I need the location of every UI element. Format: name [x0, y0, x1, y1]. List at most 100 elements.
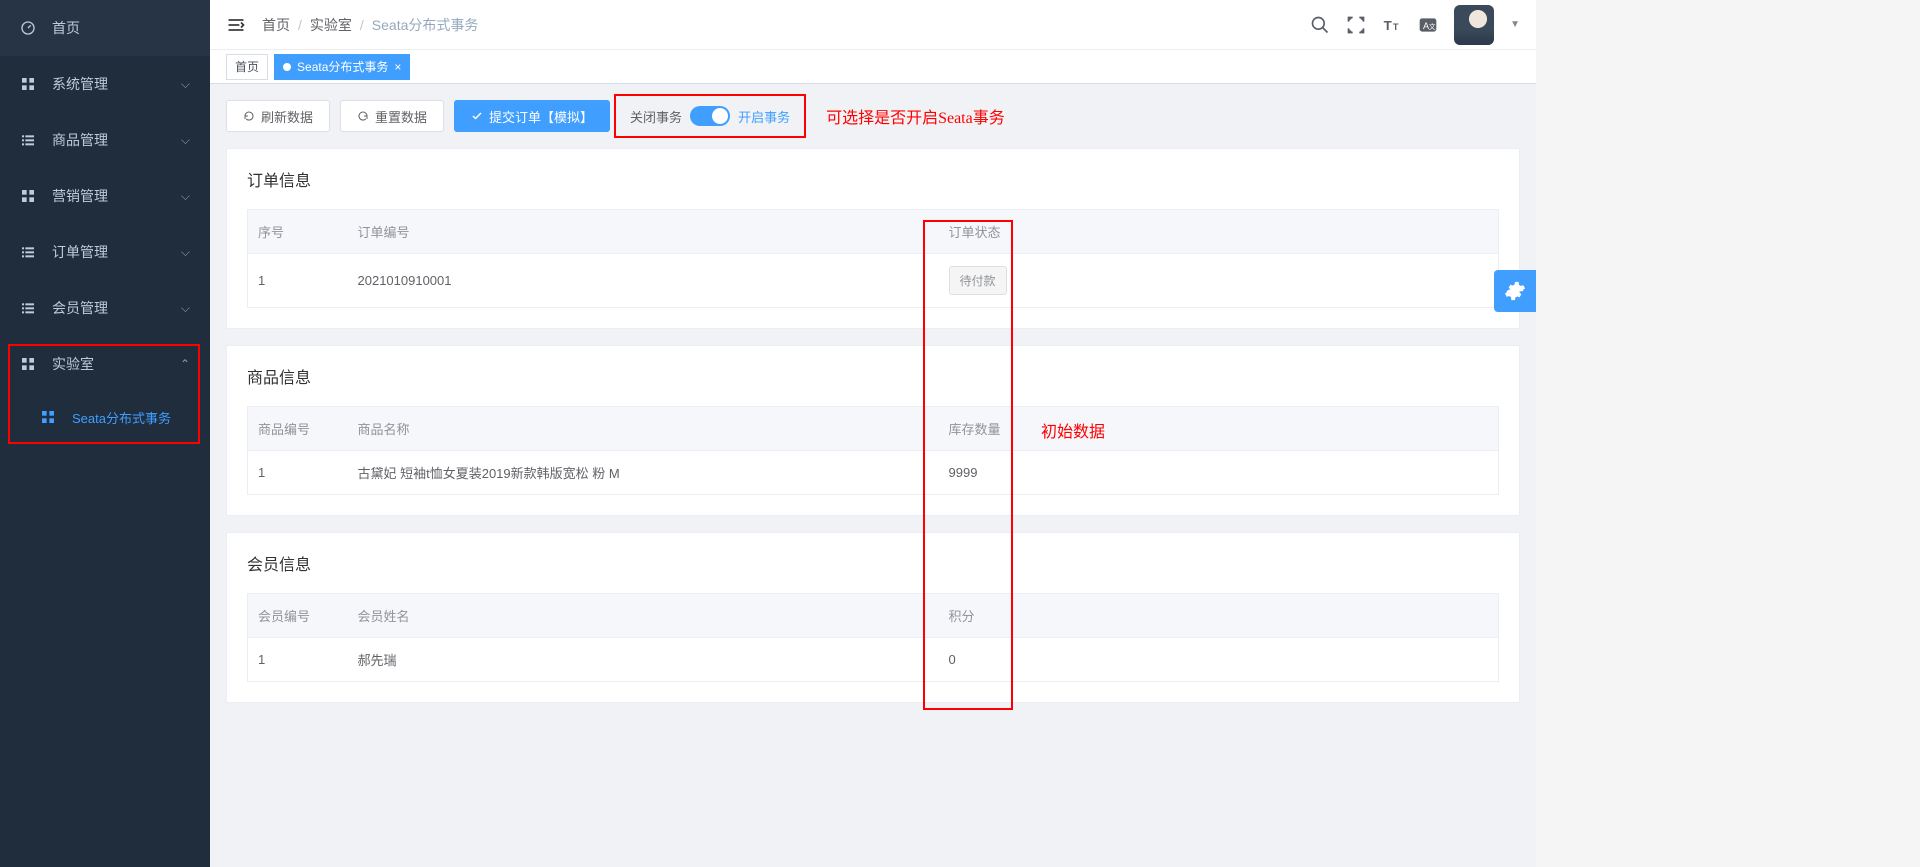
- button-label: 提交订单【模拟】: [489, 107, 593, 126]
- list-icon: [20, 132, 36, 148]
- grid-icon: [20, 356, 36, 372]
- topbar-right: TT A文 ▼: [1310, 5, 1520, 45]
- button-label: 重置数据: [375, 107, 427, 126]
- toolbar: 刷新数据 重置数据 提交订单【模拟】 关闭事务 开启事务: [226, 100, 1520, 132]
- settings-drawer-button[interactable]: [1494, 270, 1536, 312]
- grid-icon: [20, 76, 36, 92]
- th-name: 商品名称: [348, 407, 939, 451]
- switch-off-label: 关闭事务: [630, 107, 682, 126]
- cell-idx: 1: [248, 451, 348, 495]
- product-table: 商品编号 商品名称 库存数量 1 古黛妃 短袖t恤女夏装2019新款韩版宽松 粉…: [247, 406, 1499, 495]
- topbar: 首页 / 实验室 / Seata分布式事务 TT A文 ▼: [210, 0, 1536, 50]
- search-icon[interactable]: [1310, 15, 1330, 35]
- cell-idx: 1: [248, 254, 348, 308]
- panels-wrapper: 订单信息 序号 订单编号 订单状态 1 2021010910001 待付款: [226, 148, 1520, 703]
- breadcrumb-sep: /: [360, 17, 364, 33]
- table-row: 1 郝先瑞 0: [248, 638, 1499, 682]
- font-size-icon[interactable]: TT: [1382, 15, 1402, 35]
- caret-down-icon[interactable]: ▼: [1510, 19, 1520, 30]
- check-icon: [471, 110, 483, 122]
- svg-text:T: T: [1393, 22, 1399, 32]
- sidebar-item-label: 会员管理: [52, 298, 181, 318]
- sidebar-item-lab[interactable]: 实验室 ⌃: [0, 336, 210, 392]
- grid-icon: [20, 188, 36, 204]
- cell-name: 郝先瑞: [348, 638, 939, 682]
- transaction-toggle[interactable]: [690, 106, 730, 126]
- panel-title: 会员信息: [227, 533, 1519, 593]
- order-panel: 订单信息 序号 订单编号 订单状态 1 2021010910001 待付款: [226, 148, 1520, 329]
- tab-label: Seata分布式事务: [297, 58, 388, 75]
- refresh-button[interactable]: 刷新数据: [226, 100, 330, 132]
- list-icon: [20, 300, 36, 316]
- panel-title: 商品信息: [227, 346, 1519, 406]
- list-icon: [20, 244, 36, 260]
- grid-icon: [40, 409, 56, 425]
- sidebar-subitem-seata[interactable]: Seata分布式事务: [0, 392, 210, 442]
- member-table: 会员编号 会员姓名 积分 1 郝先瑞 0: [247, 593, 1499, 682]
- breadcrumb-current: Seata分布式事务: [372, 15, 479, 35]
- tab-active-dot: [283, 63, 291, 71]
- reset-button[interactable]: 重置数据: [340, 100, 444, 132]
- th-status: 订单状态: [939, 210, 1499, 254]
- switch-handle: [712, 108, 728, 124]
- cell-status: 待付款: [939, 254, 1499, 308]
- sidebar-item-label: 营销管理: [52, 186, 181, 206]
- breadcrumb-lab[interactable]: 实验室: [310, 15, 352, 35]
- avatar[interactable]: [1454, 5, 1494, 45]
- sidebar: 首页 系统管理 ⌵ 商品管理 ⌵ 营销管理 ⌵ 订单管理 ⌵ 会员管理 ⌵: [0, 0, 210, 867]
- breadcrumb-sep: /: [298, 17, 302, 33]
- main: 首页 / 实验室 / Seata分布式事务 TT A文 ▼ 首页 S: [210, 0, 1536, 867]
- content: 刷新数据 重置数据 提交订单【模拟】 关闭事务 开启事务: [210, 84, 1536, 867]
- button-label: 刷新数据: [261, 107, 313, 126]
- svg-text:T: T: [1384, 18, 1392, 33]
- th-idx: 序号: [248, 210, 348, 254]
- annotation-text: 可选择是否开启Seata事务: [826, 104, 1005, 128]
- cell-idx: 1: [248, 638, 348, 682]
- th-idx: 会员编号: [248, 594, 348, 638]
- th-points: 积分: [939, 594, 1499, 638]
- sidebar-item-label: 商品管理: [52, 130, 181, 150]
- cell-stock: 9999: [939, 451, 1499, 495]
- tabs-bar: 首页 Seata分布式事务 ×: [210, 50, 1536, 84]
- order-table: 序号 订单编号 订单状态 1 2021010910001 待付款: [247, 209, 1499, 308]
- th-stock: 库存数量: [939, 407, 1499, 451]
- th-idx: 商品编号: [248, 407, 348, 451]
- language-icon[interactable]: A文: [1418, 15, 1438, 35]
- breadcrumb-home[interactable]: 首页: [262, 15, 290, 35]
- chevron-down-icon: ⌵: [181, 245, 190, 260]
- table-row: 1 古黛妃 短袖t恤女夏装2019新款韩版宽松 粉 M 9999: [248, 451, 1499, 495]
- tab-home[interactable]: 首页: [226, 54, 268, 80]
- sidebar-submenu: Seata分布式事务: [0, 392, 210, 442]
- gear-icon: [1504, 280, 1526, 302]
- breadcrumb: 首页 / 实验室 / Seata分布式事务: [262, 15, 478, 35]
- status-badge: 待付款: [949, 266, 1007, 295]
- sidebar-item-member[interactable]: 会员管理 ⌵: [0, 280, 210, 336]
- dashboard-icon: [20, 20, 36, 36]
- tab-seata[interactable]: Seata分布式事务 ×: [274, 54, 410, 80]
- sidebar-item-marketing[interactable]: 营销管理 ⌵: [0, 168, 210, 224]
- th-name: 会员姓名: [348, 594, 939, 638]
- fullscreen-icon[interactable]: [1346, 15, 1366, 35]
- sidebar-item-product[interactable]: 商品管理 ⌵: [0, 112, 210, 168]
- table-row: 1 2021010910001 待付款: [248, 254, 1499, 308]
- hamburger-icon[interactable]: [226, 15, 246, 35]
- sidebar-item-home[interactable]: 首页: [0, 0, 210, 56]
- sidebar-item-label: 首页: [52, 18, 190, 38]
- refresh-icon: [243, 110, 255, 122]
- chevron-down-icon: ⌵: [181, 77, 190, 92]
- sidebar-item-label: 实验室: [52, 354, 180, 374]
- submit-button[interactable]: 提交订单【模拟】: [454, 100, 610, 132]
- member-panel: 会员信息 会员编号 会员姓名 积分 1 郝先瑞 0: [226, 532, 1520, 703]
- tab-label: 首页: [235, 58, 259, 75]
- chevron-up-icon: ⌃: [180, 357, 190, 371]
- cell-no: 2021010910001: [348, 254, 939, 308]
- transaction-switch-group: 关闭事务 开启事务: [620, 100, 800, 132]
- switch-on-label: 开启事务: [738, 107, 790, 126]
- sidebar-item-system[interactable]: 系统管理 ⌵: [0, 56, 210, 112]
- sidebar-item-order[interactable]: 订单管理 ⌵: [0, 224, 210, 280]
- sidebar-item-label: 系统管理: [52, 74, 181, 94]
- annotation-text: 初始数据: [1041, 418, 1105, 442]
- svg-text:文: 文: [1429, 22, 1436, 31]
- chevron-down-icon: ⌵: [181, 133, 190, 148]
- close-icon[interactable]: ×: [394, 60, 401, 74]
